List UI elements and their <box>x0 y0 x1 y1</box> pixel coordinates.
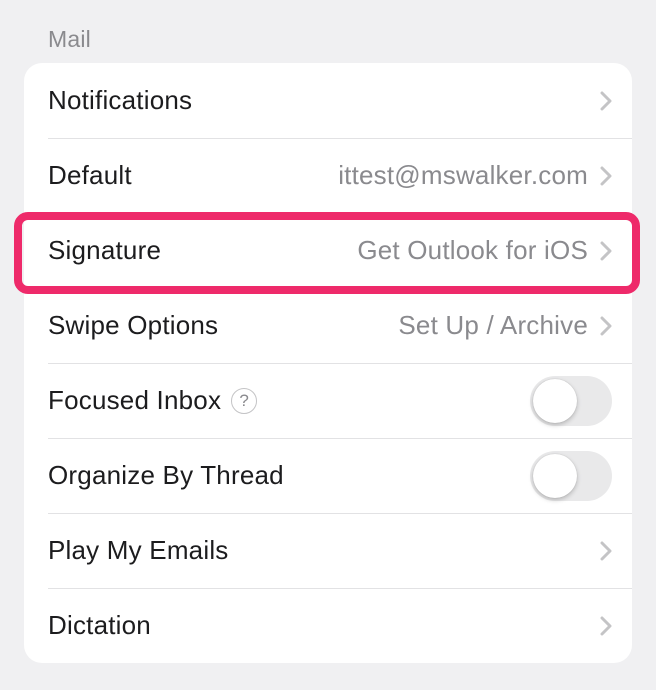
chevron-right-icon <box>600 316 612 336</box>
chevron-right-icon <box>600 166 612 186</box>
mail-settings-card: Notifications Default ittest@mswalker.co… <box>24 63 632 663</box>
label-swipe-options: Swipe Options <box>48 310 218 341</box>
row-organize-by-thread: Organize By Thread <box>24 438 632 513</box>
toggle-knob <box>533 454 577 498</box>
detail-swipe-options: Set Up / Archive <box>398 310 612 341</box>
value-swipe-options: Set Up / Archive <box>398 310 588 341</box>
chevron-right-icon <box>600 541 612 561</box>
detail-signature: Get Outlook for iOS <box>357 235 612 266</box>
row-swipe-options[interactable]: Swipe Options Set Up / Archive <box>24 288 632 363</box>
value-signature: Get Outlook for iOS <box>357 235 588 266</box>
row-focused-inbox: Focused Inbox ? <box>24 363 632 438</box>
detail-dictation <box>600 616 612 636</box>
row-default[interactable]: Default ittest@mswalker.com <box>24 138 632 213</box>
chevron-right-icon <box>600 616 612 636</box>
chevron-right-icon <box>600 91 612 111</box>
toggle-organize-by-thread[interactable] <box>530 451 612 501</box>
label-organize-by-thread: Organize By Thread <box>48 460 284 491</box>
toggle-knob <box>533 379 577 423</box>
detail-default: ittest@mswalker.com <box>338 160 612 191</box>
label-signature: Signature <box>48 235 161 266</box>
section-header-mail: Mail <box>0 0 656 63</box>
row-signature[interactable]: Signature Get Outlook for iOS <box>24 213 632 288</box>
value-default: ittest@mswalker.com <box>338 160 588 191</box>
label-focused-inbox: Focused Inbox ? <box>48 385 257 416</box>
row-notifications[interactable]: Notifications <box>24 63 632 138</box>
detail-play-my-emails <box>600 541 612 561</box>
label-notifications: Notifications <box>48 85 192 116</box>
label-dictation: Dictation <box>48 610 151 641</box>
chevron-right-icon <box>600 241 612 261</box>
label-default: Default <box>48 160 132 191</box>
label-play-my-emails: Play My Emails <box>48 535 229 566</box>
row-dictation[interactable]: Dictation <box>24 588 632 663</box>
label-focused-inbox-text: Focused Inbox <box>48 385 221 416</box>
row-play-my-emails[interactable]: Play My Emails <box>24 513 632 588</box>
toggle-focused-inbox[interactable] <box>530 376 612 426</box>
detail-notifications <box>600 91 612 111</box>
help-icon[interactable]: ? <box>231 388 257 414</box>
